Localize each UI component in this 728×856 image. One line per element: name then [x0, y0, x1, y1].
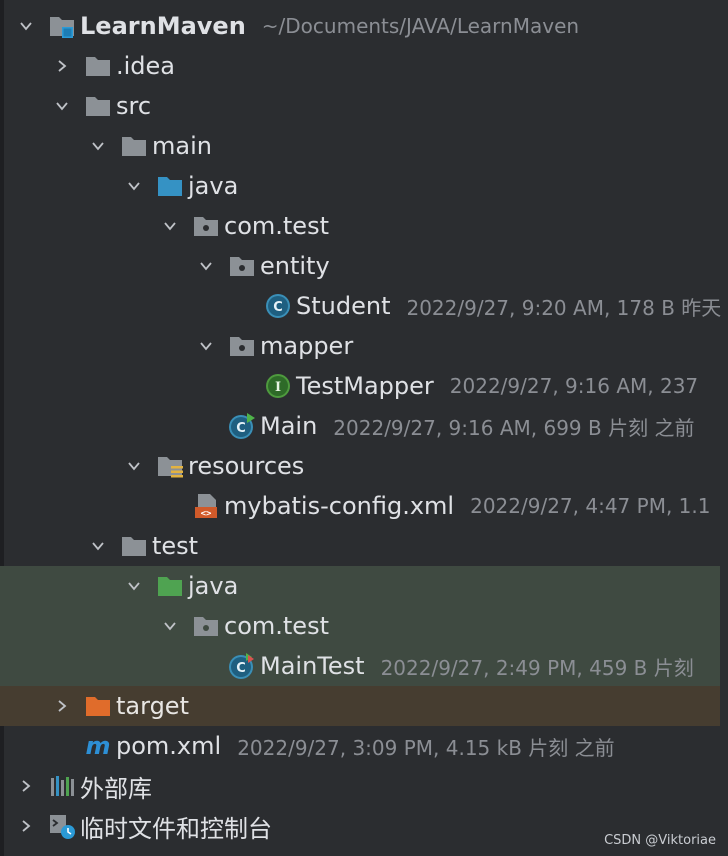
- chevron-right-icon[interactable]: [8, 766, 44, 806]
- chevron-down-icon[interactable]: [116, 446, 152, 486]
- class-icon: C: [260, 286, 296, 326]
- resources-folder-icon: [152, 446, 188, 486]
- tree-resources-label: resources: [188, 452, 305, 480]
- tree-mybatis-label: mybatis-config.xml: [224, 492, 455, 520]
- tree-entity-label: entity: [260, 252, 330, 280]
- project-tree[interactable]: LearnMaven ~/Documents/JAVA/LearnMaven .…: [0, 0, 728, 856]
- chevron-right-icon[interactable]: [8, 806, 44, 846]
- package-icon: [188, 606, 224, 646]
- tree-main-label: main: [152, 132, 212, 160]
- tree-row-entity[interactable]: entity: [0, 246, 728, 286]
- tree-student-meta: 2022/9/27, 9:20 AM, 178 B 昨天: [406, 295, 722, 320]
- tree-row-main-java[interactable]: java: [0, 166, 728, 206]
- tree-libs-label: 外部库: [80, 774, 152, 803]
- folder-icon: [116, 526, 152, 566]
- tree-row-resources[interactable]: resources: [0, 446, 728, 486]
- tree-maintest-meta: 2022/9/27, 2:49 PM, 459 B 片刻: [380, 655, 694, 680]
- tree-maintest-label: MainTest: [260, 652, 365, 680]
- tree-row-target[interactable]: target: [0, 686, 720, 726]
- maven-icon: m: [80, 726, 116, 766]
- folder-icon: [80, 86, 116, 126]
- chevron-down-icon[interactable]: [152, 606, 188, 646]
- tree-student-label: Student: [296, 292, 391, 320]
- tree-pom-meta: 2022/9/27, 3:09 PM, 4.15 kB 片刻 之前: [237, 735, 615, 760]
- tree-row-root[interactable]: LearnMaven ~/Documents/JAVA/LearnMaven: [0, 6, 728, 46]
- folder-icon: [80, 46, 116, 86]
- package-icon: [188, 206, 224, 246]
- svg-text:m: m: [85, 732, 110, 760]
- tree-row-idea[interactable]: .idea: [0, 46, 728, 86]
- tree-com-test-label: com.test: [224, 212, 329, 240]
- package-icon: [224, 326, 260, 366]
- chevron-down-icon[interactable]: [80, 126, 116, 166]
- test-source-folder-icon: [152, 566, 188, 606]
- chevron-right-icon[interactable]: [44, 46, 80, 86]
- svg-text:I: I: [275, 380, 281, 395]
- chevron-down-icon[interactable]: [80, 526, 116, 566]
- chevron-right-icon[interactable]: [44, 686, 80, 726]
- library-icon: [44, 766, 80, 806]
- tree-row-mapper[interactable]: mapper: [0, 326, 728, 366]
- tree-testmapper-meta: 2022/9/27, 9:16 AM, 237: [449, 374, 699, 398]
- package-icon: [224, 246, 260, 286]
- tree-main-class-label: Main: [260, 412, 318, 440]
- tree-row-mybatis-config[interactable]: <> mybatis-config.xml 2022/9/27, 4:47 PM…: [0, 486, 728, 526]
- svg-text:C: C: [273, 300, 283, 315]
- tree-idea-label: .idea: [116, 52, 176, 80]
- svg-text:C: C: [236, 661, 246, 676]
- tree-pom-label: pom.xml: [116, 732, 222, 760]
- scratches-icon: [44, 806, 80, 846]
- svg-text:C: C: [236, 421, 246, 436]
- test-class-icon: C: [224, 646, 260, 686]
- tree-row-student[interactable]: C Student 2022/9/27, 9:20 AM, 178 B 昨天: [0, 286, 728, 326]
- tree-src-label: src: [116, 92, 152, 120]
- svg-text:<>: <>: [201, 509, 212, 519]
- chevron-down-icon[interactable]: [116, 566, 152, 606]
- tree-row-com-test[interactable]: com.test: [0, 206, 728, 246]
- tree-test-com-test-label: com.test: [224, 612, 329, 640]
- tree-root-label: LearnMaven: [80, 12, 246, 40]
- chevron-down-icon[interactable]: [116, 166, 152, 206]
- tree-main-class-meta: 2022/9/27, 9:16 AM, 699 B 片刻 之前: [333, 415, 695, 440]
- folder-icon: [116, 126, 152, 166]
- chevron-down-icon[interactable]: [8, 6, 44, 46]
- tree-row-pom[interactable]: m pom.xml 2022/9/27, 3:09 PM, 4.15 kB 片刻…: [0, 726, 728, 766]
- watermark: CSDN @Viktoriae: [604, 833, 716, 848]
- tree-row-external-libraries[interactable]: 外部库: [0, 766, 728, 806]
- tree-row-src[interactable]: src: [0, 86, 728, 126]
- tree-test-java-label: java: [188, 572, 239, 600]
- module-folder-icon: [44, 6, 80, 46]
- chevron-down-icon[interactable]: [152, 206, 188, 246]
- tree-mapper-label: mapper: [260, 332, 354, 360]
- chevron-down-icon[interactable]: [188, 326, 224, 366]
- runnable-class-icon: C: [224, 406, 260, 446]
- tree-row-test-com-test[interactable]: com.test: [0, 606, 720, 646]
- excluded-folder-icon: [80, 686, 116, 726]
- tree-root-path: ~/Documents/JAVA/LearnMaven: [261, 14, 580, 38]
- chevron-down-icon[interactable]: [44, 86, 80, 126]
- tree-row-testmapper[interactable]: I TestMapper 2022/9/27, 9:16 AM, 237: [0, 366, 728, 406]
- tree-test-label: test: [152, 532, 199, 560]
- tree-testmapper-label: TestMapper: [296, 372, 434, 400]
- tree-mybatis-meta: 2022/9/27, 4:47 PM, 1.1: [470, 494, 711, 518]
- chevron-down-icon[interactable]: [188, 246, 224, 286]
- tree-row-main[interactable]: main: [0, 126, 728, 166]
- tree-row-test-java[interactable]: java: [0, 566, 720, 606]
- tree-target-label: target: [116, 692, 189, 720]
- tree-scratches-label: 临时文件和控制台: [80, 814, 272, 843]
- tree-row-test[interactable]: test: [0, 526, 728, 566]
- interface-icon: I: [260, 366, 296, 406]
- tree-row-maintest[interactable]: C MainTest 2022/9/27, 2:49 PM, 459 B 片刻: [0, 646, 720, 686]
- tree-row-main-class[interactable]: C Main 2022/9/27, 9:16 AM, 699 B 片刻 之前: [0, 406, 728, 446]
- tree-main-java-label: java: [188, 172, 239, 200]
- xml-file-icon: <>: [188, 486, 224, 526]
- source-folder-icon: [152, 166, 188, 206]
